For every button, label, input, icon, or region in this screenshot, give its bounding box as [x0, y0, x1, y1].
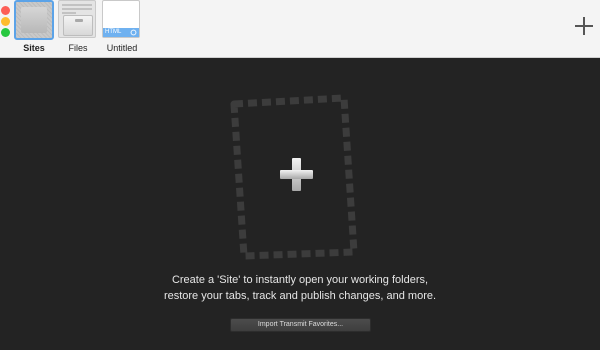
file-browser-thumbnail-icon [58, 0, 96, 38]
zoom-window-button[interactable] [1, 28, 10, 37]
import-transmit-favorites-button[interactable]: Import Transmit Favorites... [230, 318, 371, 332]
sites-empty-state: Create a 'Site' to instantly open your w… [0, 58, 600, 350]
add-site-plus-icon[interactable] [280, 158, 313, 191]
html-document-thumbnail-icon: HTML [102, 0, 140, 38]
transmit-window: Sites Files HTML Untitled Create a 'Site… [0, 0, 600, 350]
description-line-1: Create a 'Site' to instantly open your w… [171, 274, 429, 286]
empty-state-description: Create a 'Site' to instantly open your w… [100, 272, 500, 304]
tab-untitled-label: Untitled [106, 43, 138, 53]
close-tab-icon[interactable] [130, 29, 137, 36]
toolbar: Sites Files HTML Untitled [0, 0, 600, 58]
minimize-window-button[interactable] [1, 17, 10, 26]
close-window-button[interactable] [1, 6, 10, 15]
sites-thumbnail-icon [14, 0, 54, 40]
add-tab-plus-icon[interactable] [574, 16, 594, 36]
description-line-2: restore your tabs, track and publish cha… [163, 290, 437, 302]
